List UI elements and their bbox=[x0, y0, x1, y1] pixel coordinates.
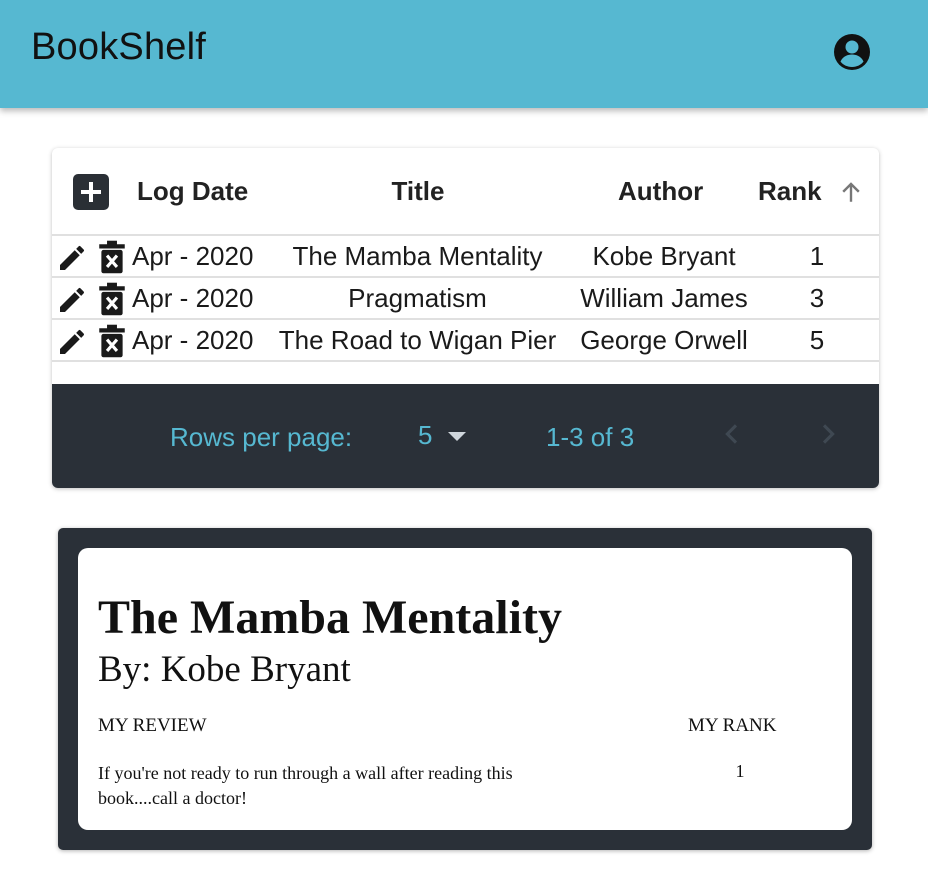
add-book-button[interactable] bbox=[73, 174, 109, 210]
pagination-range: 1-3 of 3 bbox=[546, 422, 635, 452]
cell-author: Kobe Bryant bbox=[592, 241, 736, 271]
book-detail-card: The Mamba Mentality By: Kobe Bryant MY R… bbox=[78, 548, 852, 830]
column-header-log-date[interactable]: Log Date bbox=[137, 176, 248, 207]
cell-author: William James bbox=[580, 283, 748, 313]
books-table: Log Date Title Author Rank Apr - 2020 Th… bbox=[52, 148, 879, 488]
pencil-icon[interactable] bbox=[56, 284, 88, 316]
cell-author: George Orwell bbox=[580, 325, 748, 355]
trash-icon[interactable] bbox=[97, 240, 127, 274]
pencil-icon[interactable] bbox=[56, 326, 88, 358]
rows-per-page-label: Rows per page: bbox=[170, 422, 353, 452]
cell-log-date: Apr - 2020 bbox=[132, 241, 254, 271]
chevron-down-icon bbox=[448, 432, 466, 441]
account-circle-icon[interactable] bbox=[832, 32, 872, 72]
book-title: The Mamba Mentality bbox=[98, 591, 562, 644]
trash-icon[interactable] bbox=[97, 282, 127, 316]
chevron-right-icon[interactable] bbox=[814, 420, 842, 448]
review-text: If you're not ready to run through a wal… bbox=[98, 763, 513, 808]
rows-per-page-select[interactable]: 5 bbox=[416, 418, 472, 452]
column-header-title[interactable]: Title bbox=[345, 176, 491, 207]
pagination-bar: Rows per page: 5 1-3 of 3 bbox=[52, 384, 879, 488]
cell-rank: 5 bbox=[809, 325, 825, 355]
cell-rank: 3 bbox=[809, 283, 825, 313]
cell-title: The Road to Wigan Pier bbox=[278, 325, 557, 355]
pencil-icon[interactable] bbox=[56, 242, 88, 274]
table-row[interactable]: Apr - 2020 The Mamba Mentality Kobe Brya… bbox=[52, 236, 879, 278]
column-header-author[interactable]: Author bbox=[618, 176, 703, 207]
arrow-up-icon[interactable] bbox=[838, 179, 864, 205]
rank-label: MY RANK bbox=[688, 715, 777, 736]
cell-title: Pragmatism bbox=[348, 283, 487, 313]
review-label: MY REVIEW bbox=[98, 715, 207, 736]
chevron-left-icon[interactable] bbox=[718, 420, 746, 448]
app-bar: BookShelf bbox=[0, 0, 928, 108]
cell-title: The Mamba Mentality bbox=[292, 241, 543, 271]
trash-icon[interactable] bbox=[97, 324, 127, 358]
table-row[interactable]: Apr - 2020 The Road to Wigan Pier George… bbox=[52, 320, 879, 362]
book-author: By: Kobe Bryant bbox=[98, 649, 351, 690]
table-row[interactable]: Apr - 2020 Pragmatism William James 3 bbox=[52, 278, 879, 320]
rank-value: 1 bbox=[735, 761, 745, 781]
cell-rank: 1 bbox=[809, 241, 825, 271]
book-detail-panel: The Mamba Mentality By: Kobe Bryant MY R… bbox=[58, 528, 872, 850]
rows-per-page-value: 5 bbox=[418, 420, 433, 450]
table-header: Log Date Title Author Rank bbox=[52, 148, 879, 236]
app-title: BookShelf bbox=[31, 26, 207, 68]
cell-log-date: Apr - 2020 bbox=[132, 325, 254, 355]
column-header-rank[interactable]: Rank bbox=[758, 176, 822, 207]
cell-log-date: Apr - 2020 bbox=[132, 283, 254, 313]
